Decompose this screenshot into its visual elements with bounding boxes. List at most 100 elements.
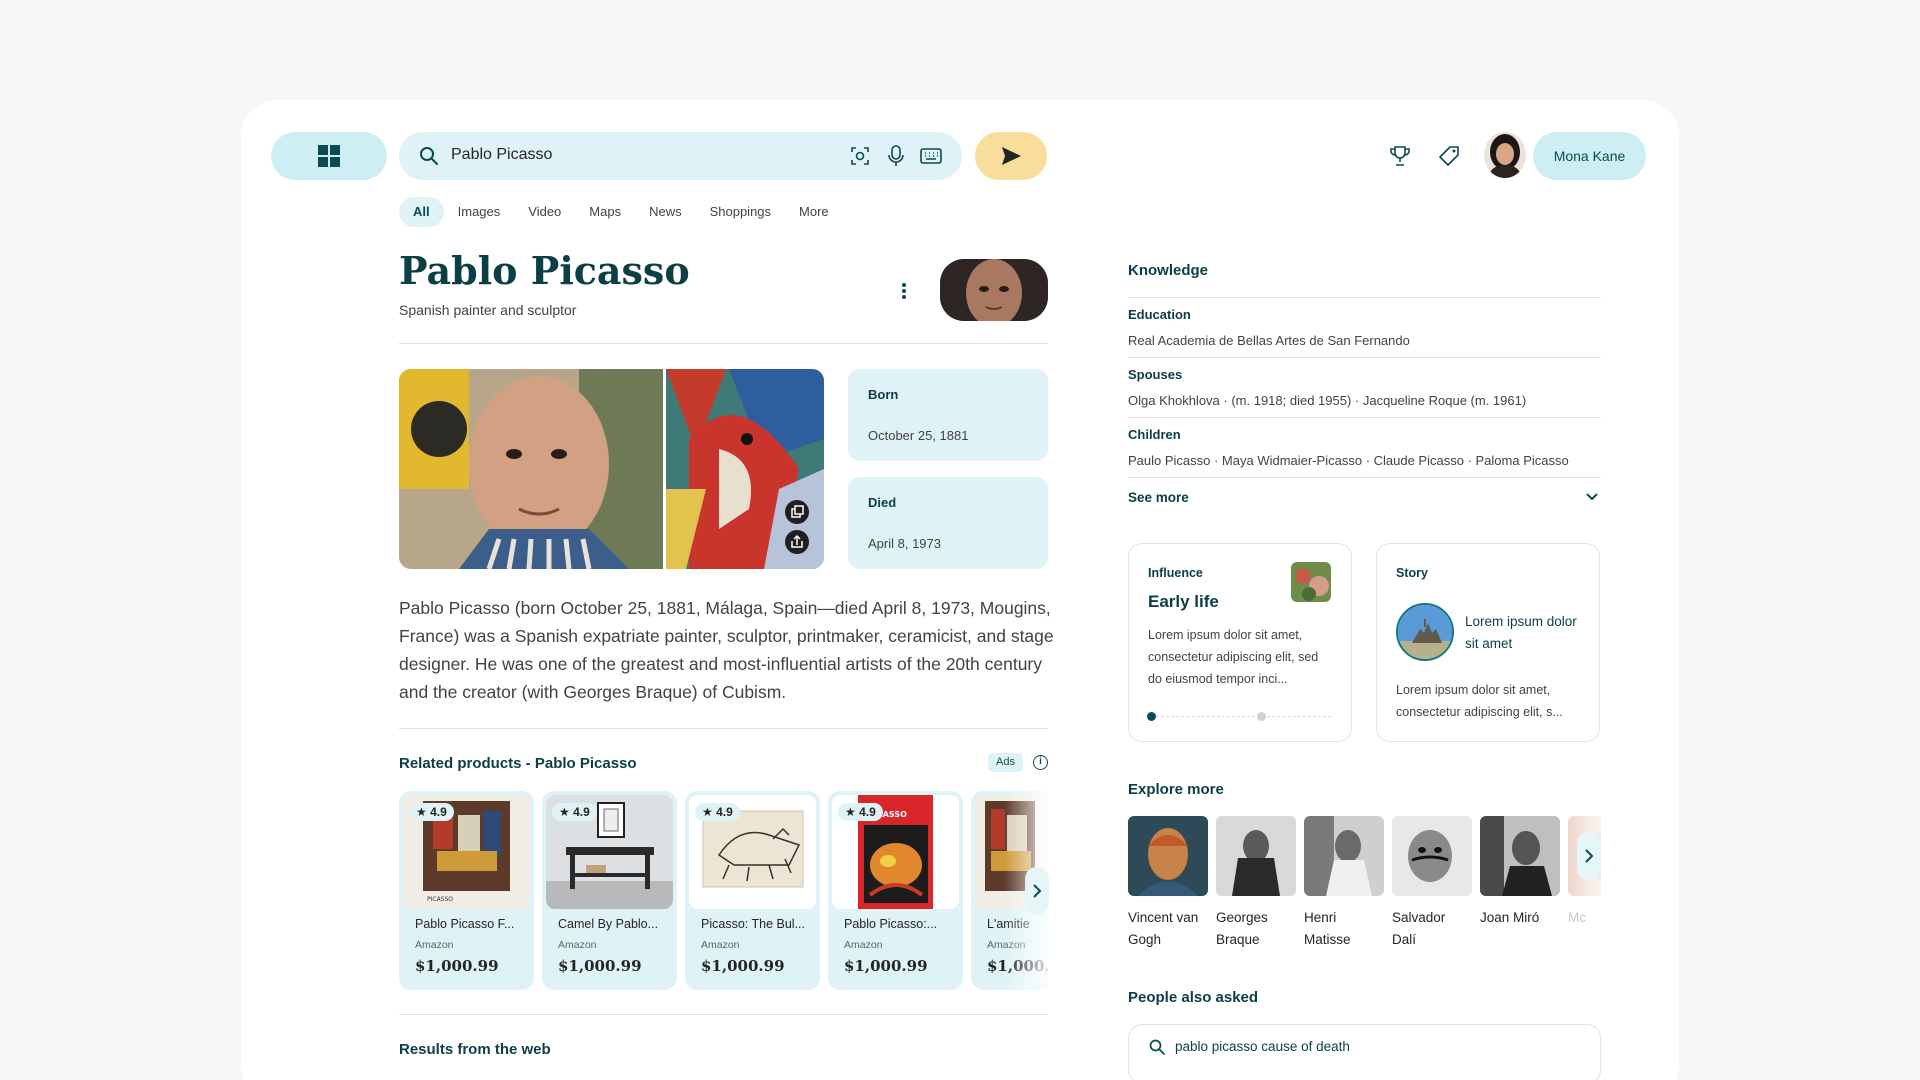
knowledge-label: Education — [1128, 307, 1191, 322]
explore-person-image[interactable] — [1480, 816, 1560, 896]
web-results-title: Results from the web — [399, 1041, 551, 1058]
product-image: PICASSO ★ 4.9 — [832, 795, 959, 909]
tab-more[interactable]: More — [785, 197, 843, 227]
product-store: Amazon — [558, 939, 597, 951]
search-icon — [1149, 1039, 1165, 1055]
search-tabs: All Images Video Maps News Shoppings Mor… — [399, 197, 843, 227]
explore-person-image[interactable] — [1304, 816, 1384, 896]
divider — [399, 1014, 1048, 1015]
entity-title: Pablo Picasso — [399, 248, 690, 293]
explore-next-button[interactable] — [1577, 832, 1601, 880]
microphone-icon[interactable] — [887, 145, 905, 167]
product-name: Picasso: The Bul... — [701, 917, 805, 931]
tab-shoppings[interactable]: Shoppings — [696, 197, 785, 227]
born-fact-card: Born October 25, 1881 — [848, 369, 1048, 461]
copy-icon[interactable] — [785, 500, 809, 524]
died-value: April 8, 1973 — [868, 536, 941, 551]
knowledge-value: Real Academia de Bellas Artes de San Fer… — [1128, 333, 1410, 348]
rating-badge: ★ 4.9 — [695, 803, 740, 821]
visual-search-icon[interactable] — [850, 146, 870, 166]
story-headline: Lorem ipsum dolor sit amet — [1465, 614, 1577, 651]
story-body: Lorem ipsum dolor sit amet, consectetur … — [1396, 683, 1563, 719]
entity-portrait-image[interactable] — [940, 259, 1048, 321]
product-price: $1,000.99 — [701, 957, 785, 975]
explore-person-name[interactable]: Salvador Dalí — [1392, 907, 1472, 951]
related-products-title: Related products - Pablo Picasso — [399, 755, 637, 772]
divider — [1128, 477, 1601, 478]
explore-person-image[interactable] — [1216, 816, 1296, 896]
see-more-link[interactable]: See more — [1128, 490, 1189, 505]
product-card[interactable]: ★ 4.9 Camel By Pablo... Amazon $1,000.99 — [542, 791, 677, 990]
carousel-dot-active[interactable] — [1147, 712, 1156, 721]
influence-body: Lorem ipsum dolor sit amet, consectetur … — [1148, 628, 1319, 686]
entity-description: Pablo Picasso (born October 25, 1881, Má… — [399, 598, 1054, 702]
product-card[interactable]: ★ 4.9 Picasso: The Bul... Amazon $1,000.… — [685, 791, 820, 990]
windows-icon — [318, 145, 340, 167]
entity-subtitle: Spanish painter and sculptor — [399, 302, 577, 318]
share-icon[interactable] — [785, 530, 809, 554]
product-card[interactable]: PICASSO ★ 4.9 Pablo Picasso F... Amazon … — [399, 791, 534, 990]
keyboard-icon[interactable] — [920, 148, 942, 164]
divider — [1128, 297, 1601, 298]
name-line: Salvador — [1392, 910, 1446, 925]
home-button[interactable] — [271, 132, 387, 180]
product-image: ★ 4.9 — [689, 795, 816, 909]
divider — [399, 728, 1048, 729]
tab-all[interactable]: All — [399, 197, 444, 227]
carousel-dot[interactable] — [1257, 712, 1266, 721]
tab-news[interactable]: News — [635, 197, 696, 227]
tab-maps[interactable]: Maps — [575, 197, 635, 227]
product-name: Pablo Picasso:... — [844, 917, 938, 931]
rating-badge: ★ 4.9 — [552, 803, 597, 821]
entity-image-gallery[interactable] — [399, 369, 824, 569]
knowledge-label: Spouses — [1128, 367, 1183, 382]
story-image — [1396, 603, 1454, 661]
product-image: ★ 4.9 — [546, 795, 673, 909]
name-line: Vincent van — [1128, 910, 1199, 925]
tag-icon[interactable] — [1438, 145, 1460, 167]
knowledge-title: Knowledge — [1128, 262, 1209, 279]
name-line: Georges — [1216, 910, 1268, 925]
product-card[interactable]: PICASSO ★ 4.9 Pablo Picasso:... Amazon $… — [828, 791, 963, 990]
influence-title: Early life — [1148, 592, 1219, 611]
tab-video[interactable]: Video — [514, 197, 575, 227]
more-options-icon[interactable] — [901, 282, 907, 300]
chevron-right-icon — [1033, 884, 1042, 898]
explore-person-name[interactable]: Joan Miró — [1480, 907, 1560, 929]
divider — [399, 343, 1048, 344]
product-name: Pablo Picasso F... — [415, 917, 515, 931]
user-name-button[interactable]: Mona Kane — [1533, 132, 1646, 180]
name-line: Mc — [1568, 910, 1586, 925]
name-line: Henri — [1304, 910, 1337, 925]
chevron-down-icon[interactable] — [1586, 492, 1598, 502]
rating-badge: ★ 4.9 — [409, 803, 454, 821]
trophy-icon[interactable] — [1389, 145, 1411, 167]
paa-query: pablo picasso cause of death — [1175, 1039, 1350, 1054]
explore-person-name[interactable]: Georges Braque — [1216, 907, 1296, 951]
born-value: October 25, 1881 — [868, 428, 969, 443]
avatar[interactable] — [1484, 132, 1526, 178]
tab-images[interactable]: Images — [444, 197, 515, 227]
influence-card[interactable]: Influence Early life Lorem ipsum dolor s… — [1128, 543, 1352, 742]
product-store: Amazon — [701, 939, 740, 951]
product-name: Camel By Pablo... — [558, 917, 659, 931]
explore-person-name[interactable]: Henri Matisse — [1304, 907, 1384, 951]
chevron-right-icon — [1585, 849, 1594, 863]
name-line: Braque — [1216, 932, 1260, 947]
name-line: Dalí — [1392, 932, 1417, 947]
search-submit-button[interactable] — [975, 132, 1047, 180]
divider — [1128, 357, 1601, 358]
died-fact-card: Died April 8, 1973 — [848, 477, 1048, 569]
products-next-button[interactable] — [1025, 867, 1049, 915]
explore-more-title: Explore more — [1128, 781, 1224, 798]
explore-person-name[interactable]: Mc — [1568, 907, 1598, 929]
explore-person-image[interactable] — [1392, 816, 1472, 896]
paa-item[interactable]: pablo picasso cause of death — [1128, 1024, 1601, 1080]
explore-person-image[interactable] — [1128, 816, 1208, 896]
story-card[interactable]: Story Lorem ipsum dolor sit amet Lorem i… — [1376, 543, 1600, 742]
search-input[interactable]: Pablo Picasso — [451, 146, 552, 164]
died-label: Died — [868, 495, 897, 510]
info-icon[interactable]: i — [1033, 755, 1048, 770]
explore-person-name[interactable]: Vincent van Gogh — [1128, 907, 1208, 951]
knowledge-value: Olga Khokhlova · (m. 1918; died 1955) · … — [1128, 393, 1527, 408]
